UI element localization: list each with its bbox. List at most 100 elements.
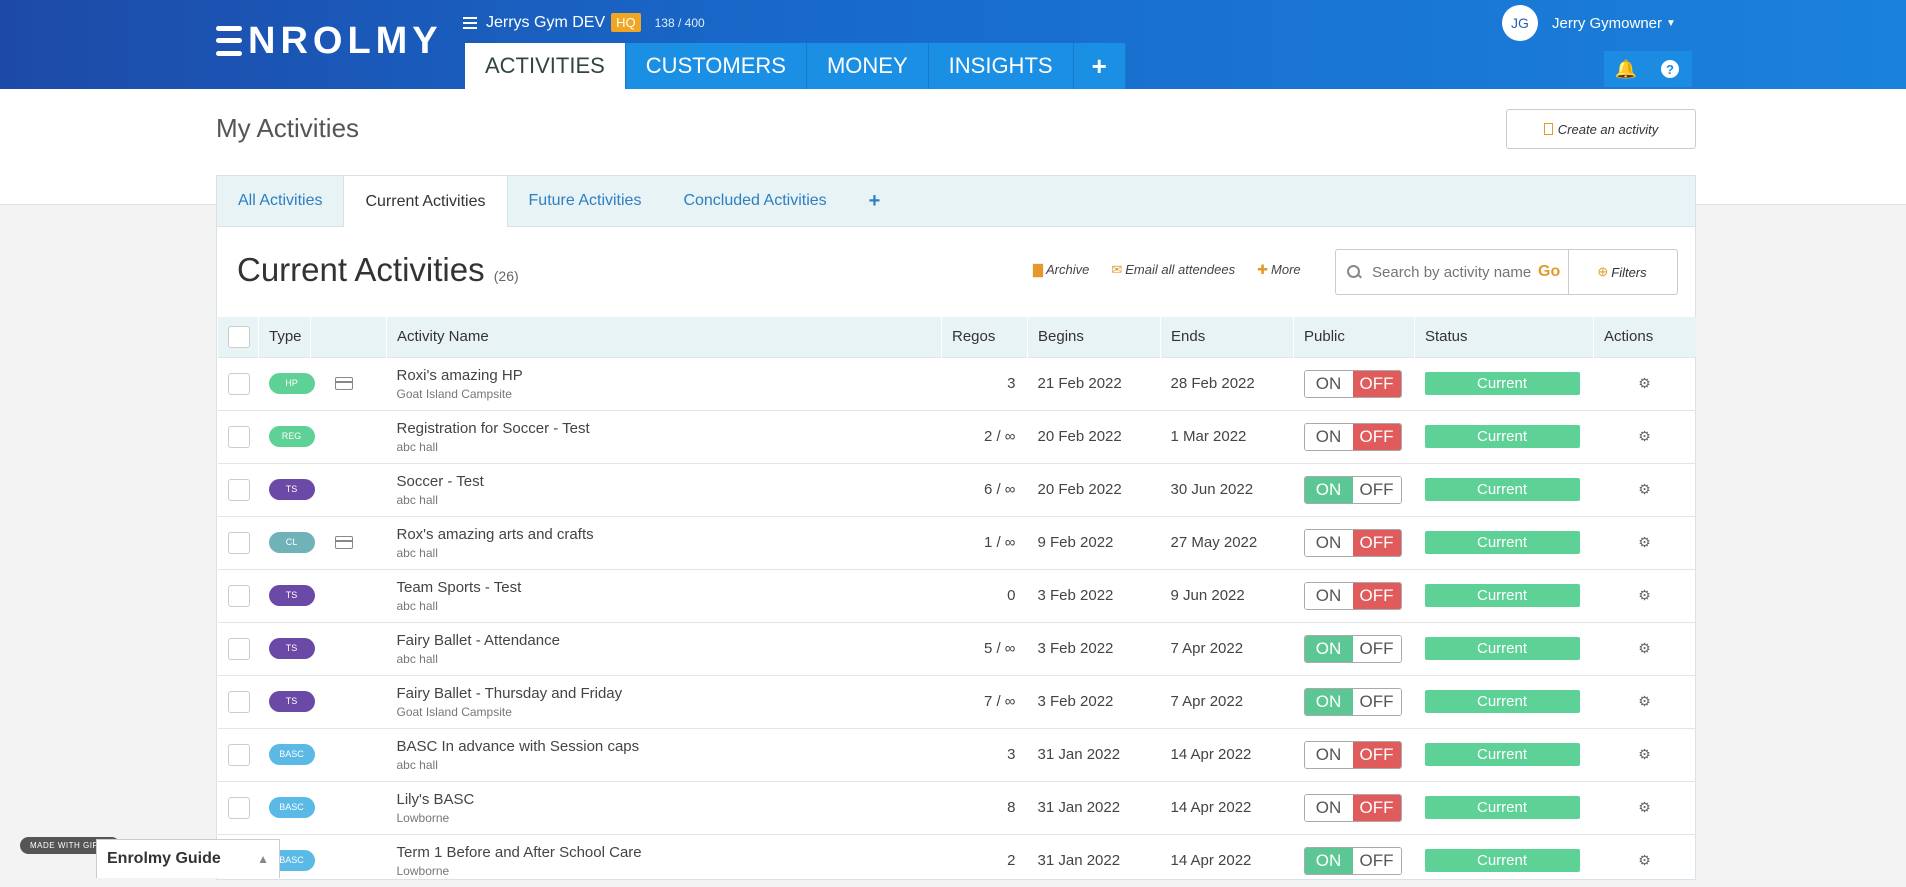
bell-icon[interactable]: 🔔: [1604, 51, 1648, 87]
toggle-off[interactable]: OFF: [1352, 635, 1401, 662]
row-checkbox[interactable]: [227, 531, 250, 554]
chevron-down-icon[interactable]: ▼: [1666, 18, 1676, 29]
table-row[interactable]: TS Fairy Ballet - Attendance abc hall 5 …: [217, 622, 1696, 675]
toggle-on[interactable]: ON: [1304, 370, 1353, 397]
enrolmy-guide-widget[interactable]: Enrolmy Guide ▲: [96, 839, 280, 878]
user-name[interactable]: Jerry Gymowner: [1552, 15, 1662, 32]
table-row[interactable]: CL Rox's amazing arts and crafts abc hal…: [217, 516, 1696, 569]
row-checkbox[interactable]: [227, 637, 250, 660]
nav-tab-insights[interactable]: INSIGHTS: [928, 43, 1074, 89]
activity-name-cell[interactable]: Registration for Soccer - Test abc hall: [387, 410, 942, 463]
activity-name-cell[interactable]: Team Sports - Test abc hall: [387, 569, 942, 622]
table-row[interactable]: TS Team Sports - Test abc hall 0 3 Feb 2…: [217, 569, 1696, 622]
row-checkbox[interactable]: [227, 372, 250, 395]
activity-name[interactable]: Fairy Ballet - Thursday and Friday: [397, 685, 932, 702]
activity-name[interactable]: Term 1 Before and After School Care: [397, 844, 932, 861]
org-switcher[interactable]: Jerrys Gym DEV HQ 138 / 400: [463, 13, 705, 32]
activity-name-cell[interactable]: Rox's amazing arts and crafts abc hall: [387, 516, 942, 569]
toggle-on[interactable]: ON: [1304, 476, 1353, 503]
toggle-off[interactable]: OFF: [1352, 741, 1401, 768]
gear-icon[interactable]: ⚙: [1638, 375, 1651, 391]
toggle-on[interactable]: ON: [1304, 529, 1353, 556]
activity-name[interactable]: Fairy Ballet - Attendance: [397, 632, 932, 649]
activity-name-cell[interactable]: Soccer - Test abc hall: [387, 463, 942, 516]
gear-icon[interactable]: ⚙: [1638, 746, 1651, 762]
activity-name[interactable]: Soccer - Test: [397, 473, 932, 490]
toggle-off[interactable]: OFF: [1352, 582, 1401, 609]
row-checkbox[interactable]: [227, 584, 250, 607]
more-button[interactable]: ✚ More: [1257, 262, 1301, 278]
col-regos[interactable]: Regos: [941, 317, 1028, 357]
gear-icon[interactable]: ⚙: [1638, 428, 1651, 444]
col-activity-name[interactable]: Activity Name: [386, 317, 942, 357]
toggle-off[interactable]: OFF: [1352, 847, 1401, 874]
activity-name[interactable]: Registration for Soccer - Test: [397, 420, 932, 437]
email-all-button[interactable]: ✉ Email all attendees: [1111, 262, 1235, 278]
nav-tab-money[interactable]: MONEY: [806, 43, 929, 89]
enrolmy-logo[interactable]: NROLMY: [216, 20, 443, 62]
gear-icon[interactable]: ⚙: [1638, 481, 1651, 497]
public-toggle[interactable]: ON OFF: [1303, 528, 1402, 557]
public-toggle[interactable]: ON OFF: [1303, 581, 1402, 610]
activity-name-cell[interactable]: Roxi's amazing HP Goat Island Campsite: [387, 357, 942, 410]
tab-all-activities[interactable]: All Activities: [217, 176, 343, 226]
activity-name-cell[interactable]: Lily's BASC Lowborne: [387, 781, 942, 834]
filters-button[interactable]: ⊕ Filters: [1567, 249, 1678, 295]
user-menu[interactable]: JG Jerry Gymowner ▼: [1502, 5, 1676, 41]
public-toggle[interactable]: ON OFF: [1303, 475, 1402, 504]
toggle-on[interactable]: ON: [1304, 794, 1353, 821]
col-begins[interactable]: Begins: [1027, 317, 1161, 357]
toggle-on[interactable]: ON: [1304, 741, 1353, 768]
archive-button[interactable]: ▇ Archive: [1033, 262, 1089, 278]
toggle-on[interactable]: ON: [1304, 635, 1353, 662]
activity-name[interactable]: Team Sports - Test: [397, 579, 932, 596]
hamburger-icon[interactable]: [463, 14, 477, 32]
nav-tab-activities[interactable]: ACTIVITIES: [465, 43, 626, 89]
activity-name-cell[interactable]: BASC In advance with Session caps abc ha…: [387, 728, 942, 781]
search-input[interactable]: [1370, 262, 1534, 282]
table-row[interactable]: REG Registration for Soccer - Test abc h…: [217, 410, 1696, 463]
activity-name[interactable]: Lily's BASC: [397, 791, 932, 808]
row-checkbox[interactable]: [227, 743, 250, 766]
activity-name-cell[interactable]: Fairy Ballet - Thursday and Friday Goat …: [387, 675, 942, 728]
row-checkbox[interactable]: [227, 478, 250, 501]
table-row[interactable]: BASC Lily's BASC Lowborne 8 31 Jan 2022 …: [217, 781, 1696, 834]
gear-icon[interactable]: ⚙: [1638, 534, 1651, 550]
search-go-button[interactable]: Go: [1538, 263, 1560, 281]
nav-tab-customers[interactable]: CUSTOMERS: [625, 43, 807, 89]
activity-name[interactable]: Roxi's amazing HP: [397, 367, 932, 384]
create-activity-button[interactable]: Create an activity: [1506, 109, 1696, 149]
select-all-checkbox[interactable]: [228, 325, 250, 348]
public-toggle[interactable]: ON OFF: [1303, 422, 1402, 451]
gear-icon[interactable]: ⚙: [1638, 852, 1651, 868]
gear-icon[interactable]: ⚙: [1638, 587, 1651, 603]
activity-name[interactable]: Rox's amazing arts and crafts: [397, 526, 932, 543]
toggle-on[interactable]: ON: [1304, 688, 1353, 715]
row-checkbox[interactable]: [227, 425, 250, 448]
help-icon[interactable]: ?: [1648, 51, 1692, 87]
tab-concluded-activities[interactable]: Concluded Activities: [662, 176, 847, 226]
table-row[interactable]: BASC Term 1 Before and After School Care…: [217, 834, 1696, 887]
activity-name-cell[interactable]: Term 1 Before and After School Care Lowb…: [387, 834, 942, 887]
table-row[interactable]: TS Soccer - Test abc hall 6 / ∞ 20 Feb 2…: [217, 463, 1696, 516]
public-toggle[interactable]: ON OFF: [1303, 793, 1402, 822]
nav-add-button[interactable]: +: [1073, 43, 1126, 89]
table-row[interactable]: HP Roxi's amazing HP Goat Island Campsit…: [217, 357, 1696, 410]
table-row[interactable]: TS Fairy Ballet - Thursday and Friday Go…: [217, 675, 1696, 728]
toggle-off[interactable]: OFF: [1352, 794, 1401, 821]
public-toggle[interactable]: ON OFF: [1303, 687, 1402, 716]
public-toggle[interactable]: ON OFF: [1303, 740, 1402, 769]
toggle-off[interactable]: OFF: [1352, 423, 1401, 450]
add-tab-button[interactable]: +: [848, 176, 902, 226]
public-toggle[interactable]: ON OFF: [1303, 846, 1402, 875]
toggle-off[interactable]: OFF: [1352, 688, 1401, 715]
table-row[interactable]: BASC BASC In advance with Session caps a…: [217, 728, 1696, 781]
activity-name[interactable]: BASC In advance with Session caps: [397, 738, 932, 755]
row-checkbox[interactable]: [227, 796, 250, 819]
tab-current-activities[interactable]: Current Activities: [343, 176, 508, 227]
public-toggle[interactable]: ON OFF: [1303, 369, 1402, 398]
org-name[interactable]: Jerrys Gym DEV: [486, 14, 605, 32]
col-ends[interactable]: Ends: [1160, 317, 1294, 357]
gear-icon[interactable]: ⚙: [1638, 799, 1651, 815]
tab-future-activities[interactable]: Future Activities: [508, 176, 663, 226]
